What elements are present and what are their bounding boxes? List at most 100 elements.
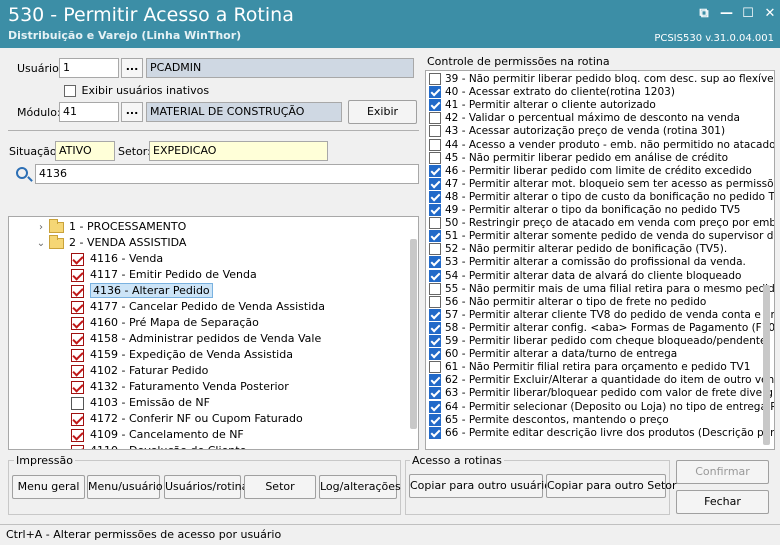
- permission-item[interactable]: 59 - Permitir liberar pedido com cheque …: [429, 335, 766, 348]
- tree-item-checkbox[interactable]: [71, 300, 84, 314]
- permission-checkbox[interactable]: [429, 335, 441, 347]
- confirmar-button[interactable]: Confirmar: [676, 460, 769, 484]
- permission-checkbox[interactable]: [429, 243, 441, 256]
- menu-geral-button[interactable]: Menu geral: [12, 475, 85, 499]
- permission-item[interactable]: 47 - Permitir alterar mot. bloqueio sem …: [429, 177, 774, 191]
- permission-item[interactable]: 46 - Permitir liberar pedido com limite …: [429, 164, 752, 178]
- permission-checkbox[interactable]: [429, 308, 441, 321]
- maximize-icon[interactable]: ☐: [742, 6, 754, 21]
- permission-item[interactable]: 50 - Restringir preço de atacado em vend…: [429, 217, 774, 230]
- permission-checkbox[interactable]: [429, 387, 441, 400]
- permission-checkbox[interactable]: [429, 426, 441, 439]
- permission-item[interactable]: 52 - Não permitir alterar pedido de boni…: [429, 243, 727, 256]
- permission-checkbox[interactable]: [429, 164, 441, 177]
- permission-item[interactable]: 66 - Permite editar descrição livre dos …: [429, 426, 774, 440]
- copiar-setor-button[interactable]: Copiar para outro Setor: [546, 474, 677, 498]
- permission-checkbox[interactable]: [429, 177, 441, 190]
- permission-item[interactable]: 41 - Permitir alterar o cliente autoriza…: [429, 99, 656, 112]
- permission-checkbox[interactable]: [429, 282, 441, 295]
- permission-checkbox[interactable]: [429, 256, 441, 269]
- permission-checkbox[interactable]: [429, 348, 441, 361]
- tree-item[interactable]: 4177 - Cancelar Pedido de Venda Assistid…: [71, 299, 325, 315]
- tree-item-checkbox[interactable]: [71, 284, 84, 298]
- permission-item[interactable]: 45 - Não permitir liberar pedido em anál…: [429, 151, 728, 165]
- usuario-code-field[interactable]: 1: [59, 58, 119, 78]
- modulo-code-field[interactable]: 41: [59, 102, 119, 122]
- tree-folder-processamento[interactable]: › 1 - PROCESSAMENTO: [35, 218, 186, 236]
- permission-item[interactable]: 48 - Permitir alterar o tipo de custo da…: [429, 190, 774, 204]
- tree-item[interactable]: 4132 - Faturamento Venda Posterior: [71, 379, 289, 395]
- permission-item[interactable]: 58 - Permitir alterar config. <aba> Form…: [429, 321, 774, 335]
- permission-item[interactable]: 53 - Permitir alterar a comissão do prof…: [429, 256, 746, 269]
- tree-item[interactable]: 4158 - Administrar pedidos de Venda Vale: [71, 331, 321, 347]
- permission-item[interactable]: 57 - Permitir alterar cliente TV8 do ped…: [429, 308, 774, 322]
- permission-item[interactable]: 42 - Validar o percentual máximo de desc…: [429, 112, 740, 125]
- permission-item[interactable]: 61 - Não Permitir filial retira para orç…: [429, 361, 750, 374]
- permission-item[interactable]: 60 - Permitir alterar a data/turno de en…: [429, 348, 677, 361]
- log-alteracoes-button[interactable]: Log/alterações: [319, 475, 401, 499]
- collapse-arrow-icon[interactable]: ⌄: [35, 236, 47, 252]
- expand-arrow-icon[interactable]: ›: [35, 220, 47, 236]
- permission-item[interactable]: 49 - Permitir alterar o tipo da bonifica…: [429, 204, 740, 217]
- permission-item[interactable]: 39 - Não permitir liberar pedido bloq. c…: [429, 73, 774, 86]
- permission-checkbox[interactable]: [429, 86, 441, 99]
- permission-item[interactable]: 65 - Permite descontos, mantendo o preço: [429, 413, 669, 427]
- permission-checkbox[interactable]: [429, 230, 441, 243]
- permission-checkbox[interactable]: [429, 269, 441, 282]
- permission-checkbox[interactable]: [429, 204, 441, 216]
- permission-item[interactable]: 54 - Permitir alterar data de alvará do …: [429, 269, 741, 283]
- permission-checkbox[interactable]: [429, 321, 441, 334]
- permission-checkbox[interactable]: [429, 217, 441, 230]
- exibir-inativos-option[interactable]: Exibir usuários inativos: [64, 84, 209, 97]
- permission-checkbox[interactable]: [429, 400, 441, 413]
- permission-checkbox[interactable]: [429, 374, 441, 387]
- permission-checkbox[interactable]: [429, 361, 441, 374]
- tree-item[interactable]: 4172 - Conferir NF ou Cupom Faturado: [71, 411, 303, 427]
- permission-checkbox[interactable]: [429, 112, 441, 125]
- permission-item[interactable]: 40 - Acessar extrato do cliente(rotina 1…: [429, 86, 675, 99]
- exibir-button[interactable]: Exibir: [348, 100, 417, 124]
- tree-item[interactable]: 4110 - Devolução de Cliente: [71, 443, 246, 449]
- tree-item-checkbox[interactable]: [71, 316, 84, 330]
- tree-item-checkbox[interactable]: [71, 252, 84, 266]
- permission-item[interactable]: 55 - Não permitir mais de uma filial ret…: [429, 282, 774, 296]
- tree-item[interactable]: 4160 - Pré Mapa de Separação: [71, 315, 259, 331]
- tree-item[interactable]: 4102 - Faturar Pedido: [71, 363, 208, 379]
- tree-item-checkbox[interactable]: [71, 332, 84, 346]
- tree-item-checkbox[interactable]: [71, 444, 84, 449]
- tree-item-checkbox[interactable]: [71, 396, 84, 410]
- tree-item-checkbox[interactable]: [71, 428, 84, 442]
- tree-item[interactable]: 4117 - Emitir Pedido de Venda: [71, 267, 257, 283]
- permission-checkbox[interactable]: [429, 125, 441, 138]
- permission-checkbox[interactable]: [429, 73, 441, 85]
- tree-item[interactable]: 4136 - Alterar Pedido: [71, 283, 213, 299]
- menu-usuario-button[interactable]: Menu/usuário: [87, 475, 163, 499]
- modulo-lookup-button[interactable]: ...: [121, 102, 143, 122]
- copiar-usuario-button[interactable]: Copiar para outro usuário: [409, 474, 551, 498]
- exibir-inativos-checkbox[interactable]: [64, 85, 76, 97]
- tree-item-checkbox[interactable]: [71, 412, 84, 426]
- permission-checkbox[interactable]: [429, 413, 441, 426]
- usuario-lookup-button[interactable]: ...: [121, 58, 143, 78]
- permission-checkbox[interactable]: [429, 190, 441, 203]
- permission-item[interactable]: 64 - Permitir selecionar (Deposito ou Lo…: [429, 400, 774, 414]
- tree-item-checkbox[interactable]: [71, 380, 84, 394]
- permission-checkbox[interactable]: [429, 295, 441, 308]
- search-input[interactable]: 4136: [35, 164, 419, 184]
- tree-scrollbar[interactable]: [410, 239, 417, 429]
- tree-folder-venda-assistida[interactable]: ⌄ 2 - VENDA ASSISTIDA: [35, 234, 186, 252]
- tree-item-checkbox[interactable]: [71, 268, 84, 282]
- permission-checkbox[interactable]: [429, 99, 441, 112]
- permission-item[interactable]: 44 - Acesso a vender produto - emb. não …: [429, 138, 774, 152]
- minimize-icon[interactable]: —: [720, 6, 733, 21]
- situacao-field[interactable]: ATIVO: [55, 141, 115, 161]
- tree-item[interactable]: 4159 - Expedição de Venda Assistida: [71, 347, 293, 363]
- permission-checkbox[interactable]: [429, 151, 441, 164]
- tree-item[interactable]: 4116 - Venda: [71, 251, 163, 267]
- permission-checkbox[interactable]: [429, 138, 441, 151]
- tree-item[interactable]: 4103 - Emissão de NF: [71, 395, 210, 411]
- permission-item[interactable]: 63 - Permitir liberar/bloquear pedido co…: [429, 387, 774, 400]
- permission-item[interactable]: 51 - Permitir alterar somente pedido de …: [429, 230, 774, 243]
- fechar-button[interactable]: Fechar: [676, 490, 769, 514]
- permission-item[interactable]: 43 - Acessar autorização preço de venda …: [429, 125, 725, 138]
